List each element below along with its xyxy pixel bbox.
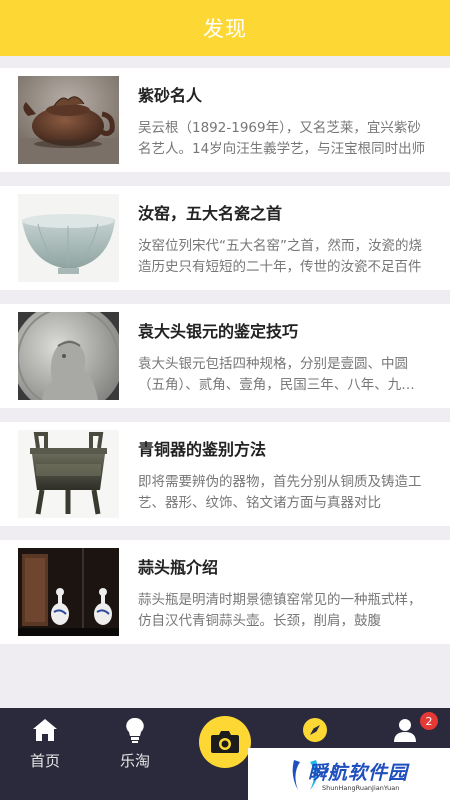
compass-icon	[303, 718, 327, 742]
camera-icon	[211, 731, 239, 753]
celadon-bowl-image	[18, 194, 119, 282]
article-card-zisha[interactable]: 紫砂名人 吴云根（1892-1969年），又名芝莱，宜兴紫砂名艺人。14岁向汪生…	[0, 68, 450, 172]
article-title: 蒜头瓶介绍	[138, 558, 219, 577]
page-title: 发现	[203, 17, 247, 41]
app-header: 发现	[0, 0, 450, 56]
silver-coin-image	[18, 312, 119, 400]
article-title: 汝窑，五大名瓷之首	[138, 204, 283, 223]
article-summary: 袁大头银元包括四种规格，分别是壹圆、中圆（五角）、贰角、壹角，民国三年、八年、九…	[138, 356, 408, 393]
user-icon	[394, 719, 416, 742]
article-summary: 吴云根（1892-1969年），又名芝莱，宜兴紫砂名艺人。14岁向汪生義学艺，与…	[138, 120, 426, 157]
watermark-text: 瞬航软件园	[308, 762, 409, 784]
tab-letao[interactable]: 乐淘	[90, 708, 180, 800]
article-card-bronze[interactable]: 青铜器的鉴别方法 即将需要辨伪的器物，首先分别从铜质及铸造工艺、器形、纹饰、铭文…	[0, 422, 450, 526]
teapot-image	[18, 76, 119, 164]
article-summary: 汝窑位列宋代“五大名窑”之首，然而，汝瓷的烧造历史只有短短的二十年，传世的汝瓷不…	[138, 238, 422, 275]
article-title: 袁大头银元的鉴定技巧	[138, 322, 299, 341]
article-summary: 即将需要辨伪的器物，首先分别从铜质及铸造工艺、器形、纹饰、铭文诸方面与真器对比	[138, 474, 422, 511]
article-title: 紫砂名人	[138, 86, 203, 105]
article-card-yuandatou[interactable]: 袁大头银元的鉴定技巧 袁大头银元包括四种规格，分别是壹圆、中圆（五角）、贰角、壹…	[0, 304, 450, 408]
notification-badge: 2	[420, 712, 438, 730]
tab-label-letao: 乐淘	[119, 752, 150, 770]
camera-button[interactable]	[199, 716, 251, 768]
bronze-ding-image	[18, 430, 119, 518]
article-summary: 蒜头瓶是明清时期景德镇窑常见的一种瓶式样，仿自汉代青铜蒜头壶。长颈，削肩，鼓腹	[138, 592, 422, 629]
lightbulb-icon	[126, 717, 144, 743]
watermark-subtext: ShunHangRuanJianYuan	[322, 784, 400, 792]
watermark: 瞬航软件园 ShunHangRuanJianYuan	[248, 748, 450, 800]
garlic-vase-image	[18, 548, 119, 636]
article-list: 紫砂名人 吴云根（1892-1969年），又名芝莱，宜兴紫砂名艺人。14岁向汪生…	[0, 68, 450, 658]
article-card-suantou[interactable]: 蒜头瓶介绍 蒜头瓶是明清时期景德镇窑常见的一种瓶式样，仿自汉代青铜蒜头壶。长颈，…	[0, 540, 450, 644]
article-card-ruyao[interactable]: 汝窑，五大名瓷之首 汝窑位列宋代“五大名窑”之首，然而，汝瓷的烧造历史只有短短的…	[0, 186, 450, 290]
tab-label-home: 首页	[29, 752, 60, 770]
home-icon	[33, 719, 57, 741]
article-title: 青铜器的鉴别方法	[138, 440, 267, 459]
tab-home[interactable]: 首页	[0, 708, 90, 800]
